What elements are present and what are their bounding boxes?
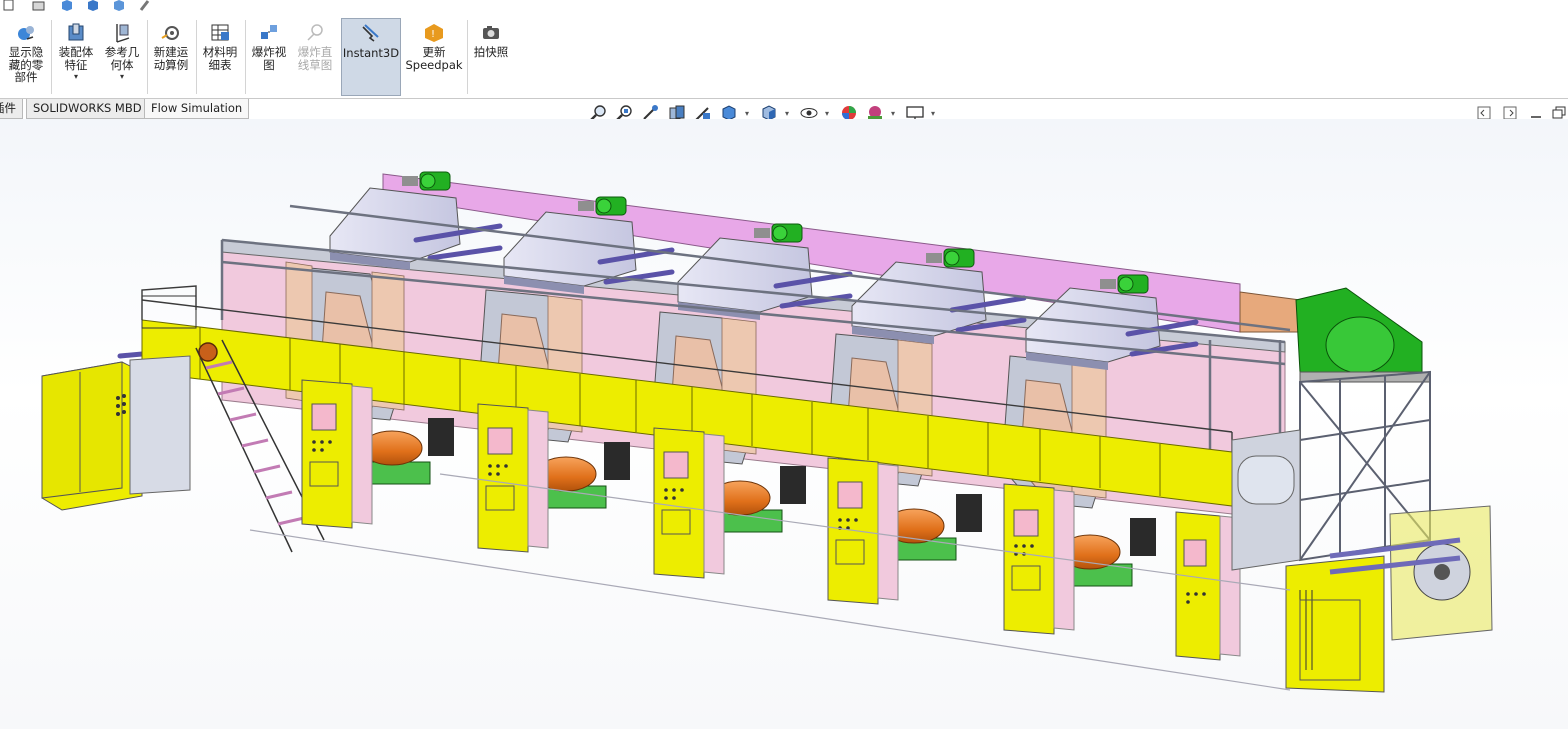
- explode-line-sketch-label: 爆炸直 线草图: [297, 45, 333, 72]
- station-6: [1175, 511, 1241, 661]
- svg-text:!: !: [431, 29, 435, 40]
- chevron-down-icon[interactable]: ▾: [891, 109, 895, 118]
- instant3d-button[interactable]: Instant3D: [341, 18, 401, 96]
- bill-of-materials-label: 材料明 细表: [202, 45, 238, 72]
- options-icon[interactable]: [138, 0, 151, 11]
- graphics-area[interactable]: [0, 119, 1568, 729]
- new-motion-study-button[interactable]: 新建运 动算例: [149, 18, 193, 96]
- new-motion-study-label: 新建运 动算例: [153, 45, 189, 72]
- bill-of-materials-button[interactable]: 材料明 细表: [198, 18, 242, 96]
- open-file-icon[interactable]: [32, 0, 45, 11]
- take-snapshot-label: 拍快照: [473, 45, 509, 59]
- ribbon-separator: [147, 20, 148, 94]
- exhaust-blower: [1295, 287, 1431, 383]
- tile-left-icon[interactable]: [1477, 106, 1491, 120]
- tab-solidworks-mbd[interactable]: SOLIDWORKS MBD: [26, 99, 149, 119]
- explode-line-sketch-button[interactable]: 爆炸直 线草图: [293, 18, 337, 96]
- chevron-down-icon[interactable]: ▾: [745, 109, 749, 118]
- tile-right-icon[interactable]: [1503, 106, 1517, 120]
- minimize-icon[interactable]: [1529, 106, 1543, 120]
- drawing-icon[interactable]: [112, 0, 125, 11]
- assembly-icon[interactable]: [86, 0, 99, 11]
- ribbon-separator: [196, 20, 197, 94]
- ribbon-separator: [51, 20, 52, 94]
- tab-addins[interactable]: 插件: [0, 99, 23, 119]
- tab-flow-simulation[interactable]: Flow Simulation: [144, 99, 250, 119]
- show-hidden-label: 显示隐 藏的零 部件: [8, 45, 44, 84]
- reference-geometry-icon: [116, 24, 130, 43]
- ribbon-separator: [467, 20, 468, 94]
- new-document-icon[interactable]: [2, 0, 15, 11]
- ribbon-separator: [245, 20, 246, 94]
- chevron-down-icon[interactable]: ▾: [785, 109, 789, 118]
- left-control-cabinet: [41, 295, 197, 511]
- chevron-down-icon[interactable]: ▾: [825, 109, 829, 118]
- part-icon[interactable]: [60, 0, 73, 11]
- exploded-view-icon: [261, 25, 277, 39]
- chevron-down-icon[interactable]: ▾: [100, 71, 144, 83]
- update-speedpak-button[interactable]: ! 更新 Speedpak: [404, 18, 464, 96]
- instant3d-icon: [362, 24, 379, 42]
- assembly-features-button[interactable]: 装配体 特征 ▾: [53, 18, 99, 96]
- exploded-view-label: 爆炸视 图: [251, 45, 287, 72]
- explode-line-sketch-icon: [307, 24, 323, 41]
- table-icon: [211, 24, 229, 41]
- exploded-view-button[interactable]: 爆炸视 图: [247, 18, 291, 96]
- coating-machine-assembly-model[interactable]: [0, 119, 1568, 729]
- take-snapshot-button[interactable]: 拍快照: [470, 18, 512, 96]
- reference-geometry-button[interactable]: 参考几 何体 ▾: [100, 18, 144, 96]
- chevron-down-icon[interactable]: ▾: [53, 71, 99, 83]
- instant3d-label: Instant3D: [342, 46, 400, 60]
- update-speedpak-label: 更新 Speedpak: [405, 45, 463, 72]
- restore-icon[interactable]: [1552, 106, 1566, 120]
- assembly-features-icon: [68, 23, 84, 41]
- assembly-features-label: 装配体 特征: [58, 45, 94, 72]
- camera-icon: [483, 26, 499, 39]
- show-hidden-icon: [18, 26, 34, 40]
- show-hidden-components-button[interactable]: 显示隐 藏的零 部件: [4, 18, 48, 96]
- command-manager-ribbon: 显示隐 藏的零 部件 装配体 特征 ▾ 参考几 何体 ▾ 新建运 动算例 材料明…: [0, 16, 1568, 99]
- quick-access-toolbar: [0, 0, 1568, 17]
- motion-study-icon: [161, 26, 179, 40]
- chevron-down-icon[interactable]: ▾: [931, 109, 935, 118]
- base-rail: [249, 473, 1291, 691]
- speedpak-icon: !: [425, 24, 443, 42]
- reference-geometry-label: 参考几 何体: [104, 45, 140, 72]
